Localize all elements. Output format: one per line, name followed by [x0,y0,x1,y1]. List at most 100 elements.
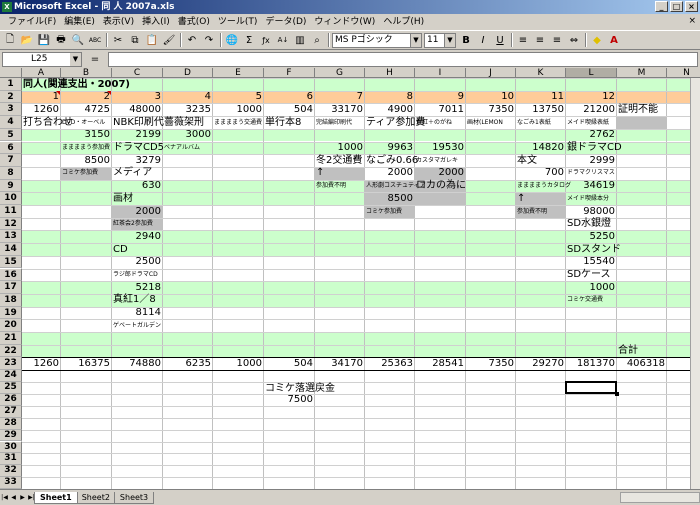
undo-icon[interactable]: ↶ [184,32,200,48]
data-cell[interactable]: 14820 [516,142,564,155]
next-sheet-icon[interactable]: ▶ [18,493,27,503]
data-cell[interactable]: ドラマCD5 [113,142,164,155]
amount-cell[interactable]: 21200 [566,104,615,117]
data-cell[interactable]: 15540 [566,256,615,269]
first-sheet-icon[interactable]: |◀ [0,493,9,503]
data-cell[interactable]: コミケ参加費 [62,167,98,180]
row-header-21[interactable]: 21 [0,332,22,345]
amount-cell[interactable]: 33170 [315,104,363,117]
header-number-cell[interactable]: 9 [415,91,464,104]
column-header-f[interactable]: F [264,68,315,78]
item-label-cell[interactable]: ままままう交通費 [214,117,262,130]
underline-button[interactable]: U [492,32,508,48]
row-header-11[interactable]: 11 [0,205,22,218]
print-icon[interactable]: 🖶 [53,32,69,48]
total-cell[interactable]: 29270 [516,358,564,371]
menu-format[interactable]: 書式(O) [174,14,214,30]
column-header-a[interactable]: A [22,68,61,78]
sheet-title-cell[interactable]: 同人(関連支出・2007) [23,79,130,92]
row-header-17[interactable]: 17 [0,281,22,294]
row-header-20[interactable]: 20 [0,319,22,332]
row-header-19[interactable]: 19 [0,306,22,320]
item-label-cell[interactable]: NBK印刷代 [113,117,164,130]
data-cell[interactable]: ゲベートガルデン [113,320,161,333]
sort-asc-icon[interactable]: A↓ [275,32,291,48]
open-icon[interactable]: 📂 [19,32,35,48]
paste-icon[interactable]: 📋 [144,32,160,48]
amount-cell[interactable]: 7011 [415,104,464,117]
total-cell[interactable]: 181370 [566,358,615,371]
row-header-26[interactable]: 26 [0,393,22,406]
row-header-29[interactable]: 29 [0,429,22,442]
refund-amount-cell[interactable]: 7500 [264,394,313,406]
row-header-15[interactable]: 15 [0,255,22,269]
data-cell[interactable]: 画材 [113,193,133,206]
data-cell[interactable]: 参加費不明 [517,206,547,219]
item-label-cell[interactable]: 単行本8 [265,117,301,130]
item-label-cell[interactable]: 薔薇架刑 [164,117,204,130]
row-header-14[interactable]: 14 [0,243,22,256]
chevron-down-icon[interactable]: ▼ [444,33,455,47]
data-cell[interactable]: 冬2交通費 [316,155,362,168]
data-cell[interactable]: ベナアルバム [164,142,200,155]
data-cell[interactable]: なごみ0.66 [366,155,418,168]
header-number-cell[interactable]: 12 [566,91,615,104]
active-cell-selection[interactable] [565,381,619,396]
data-cell[interactable]: 2000 [415,167,464,180]
column-header-b[interactable]: B [61,68,112,78]
data-cell[interactable]: SD水銀燈 [567,218,611,231]
data-cell[interactable]: 8500 [61,155,110,168]
row-header-23[interactable]: 23 [0,357,22,371]
data-cell[interactable]: 2000 [365,167,413,180]
row-header-6[interactable]: 6 [0,141,22,155]
amount-cell[interactable]: 4900 [365,104,413,117]
menu-file[interactable]: ファイル(F) [4,14,60,30]
data-cell[interactable]: 1000 [566,282,615,295]
total-cell[interactable]: 1000 [213,358,262,371]
row-header-13[interactable]: 13 [0,230,22,244]
spellcheck-icon[interactable]: ABC [87,32,103,48]
menu-data[interactable]: データ(D) [261,14,310,30]
column-header-j[interactable]: J [466,68,516,78]
prev-sheet-icon[interactable]: ◀ [9,493,18,503]
row-header-3[interactable]: 3 [0,103,22,117]
data-cell[interactable]: 34619 [566,180,615,193]
save-icon[interactable]: 💾 [36,32,52,48]
data-cell[interactable]: 銀ドラマCD [567,142,622,155]
note-cell[interactable]: 証明不能 [618,104,658,117]
data-cell[interactable]: カスタマガレキ [416,155,458,168]
header-number-cell[interactable]: 3 [112,91,161,104]
row-header-24[interactable]: 24 [0,370,22,382]
data-cell[interactable]: ままままう参加費 [62,142,110,155]
redo-icon[interactable]: ↷ [201,32,217,48]
item-label-cell[interactable]: 完結編印刷代 [316,117,352,130]
row-header-18[interactable]: 18 [0,293,22,307]
total-cell[interactable]: 16375 [61,358,110,371]
row-header-4[interactable]: 4 [0,116,22,129]
data-cell[interactable]: 19530 [415,142,464,155]
header-number-cell[interactable]: 2 [61,91,110,104]
copy-icon[interactable]: ⧉ [127,32,143,48]
amount-cell[interactable]: 7350 [466,104,514,117]
workbook-close-button[interactable]: × [688,16,696,26]
amount-cell[interactable]: 3235 [163,104,211,117]
data-cell[interactable]: コミケ参加費 [366,206,402,219]
data-cell[interactable]: 参加費不明 [316,180,346,193]
sheet-tab-sheet1[interactable]: Sheet1 [34,491,78,504]
menu-edit[interactable]: 編集(E) [60,14,99,30]
maximize-button[interactable]: □ [670,1,683,12]
row-header-33[interactable]: 33 [0,477,22,489]
header-number-cell[interactable]: 7 [315,91,363,104]
row-header-30[interactable]: 30 [0,441,22,454]
data-cell[interactable]: ロカの為に [416,180,466,193]
menu-view[interactable]: 表示(V) [99,14,138,30]
menu-window[interactable]: ウィンドウ(W) [310,14,379,30]
data-cell[interactable]: 紅茶会2参加費 [113,218,153,231]
italic-button[interactable]: I [475,32,491,48]
data-cell[interactable]: SDケース [567,269,611,282]
total-cell[interactable]: 34170 [315,358,363,371]
data-cell[interactable]: 2999 [566,155,615,168]
data-cell[interactable]: 8500 [365,193,413,206]
name-box[interactable]: L25 ▼ [2,51,82,67]
column-header-g[interactable]: G [315,68,365,78]
